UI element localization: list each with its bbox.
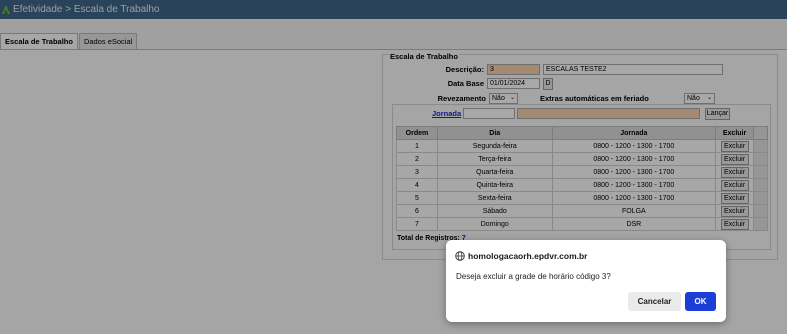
confirm-dialog: homologacaorh.epdvr.com.br Deseja exclui… [446,240,726,322]
dialog-message: Deseja excluir a grade de horário código… [456,272,611,281]
ok-button[interactable]: OK [685,292,716,311]
cancel-button[interactable]: Cancelar [628,292,681,311]
globe-icon [455,251,465,261]
dialog-host: homologacaorh.epdvr.com.br [468,251,588,261]
